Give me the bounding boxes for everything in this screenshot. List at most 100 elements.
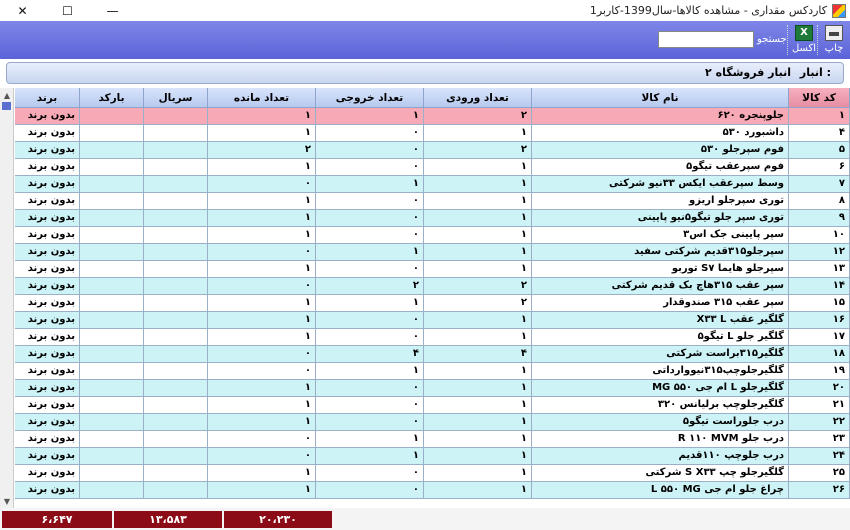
cell-serial[interactable] bbox=[144, 125, 208, 142]
table-row[interactable]: بدون برند ۰ ۱ ۱ وسط سپرعقب ایکس ۳۳نیو شرکتی ۷ bbox=[15, 176, 850, 193]
cell-code[interactable]: ۱۹ bbox=[789, 363, 850, 380]
cell-brand[interactable]: بدون برند bbox=[15, 210, 80, 227]
cell-name[interactable]: گلگیرجلو L ام جی ۵۵۰ MG bbox=[532, 380, 789, 397]
cell-remain[interactable]: ۱ bbox=[208, 465, 316, 482]
cell-name[interactable]: سپرجلو۳۱۵قدیم شرکتی سفید bbox=[532, 244, 789, 261]
cell-code[interactable]: ۲۵ bbox=[789, 465, 850, 482]
cell-serial[interactable] bbox=[144, 278, 208, 295]
cell-out[interactable]: ۰ bbox=[316, 380, 424, 397]
scroll-thumb[interactable] bbox=[2, 102, 11, 110]
table-row[interactable]: بدون برند ۱ ۰ ۱ فوم سپرعقب تیگو۵ ۶ bbox=[15, 159, 850, 176]
cell-in[interactable]: ۱ bbox=[424, 193, 532, 210]
cell-out[interactable]: ۰ bbox=[316, 125, 424, 142]
table-row[interactable]: بدون برند ۰ ۱ ۱ سپرجلو۳۱۵قدیم شرکتی سفید ۱۲ bbox=[15, 244, 850, 261]
cell-brand[interactable]: بدون برند bbox=[15, 261, 80, 278]
cell-out[interactable]: ۰ bbox=[316, 397, 424, 414]
cell-code[interactable]: ۱۲ bbox=[789, 244, 850, 261]
excel-button[interactable]: X اکسل bbox=[791, 23, 817, 57]
cell-serial[interactable] bbox=[144, 142, 208, 159]
table-row[interactable]: بدون برند ۱ ۱ ۲ جلوپنجره ۶۲۰ ۱ bbox=[15, 108, 850, 125]
cell-brand[interactable]: بدون برند bbox=[15, 193, 80, 210]
cell-brand[interactable]: بدون برند bbox=[15, 244, 80, 261]
cell-code[interactable]: ۲۱ bbox=[789, 397, 850, 414]
cell-code[interactable]: ۱۴ bbox=[789, 278, 850, 295]
items-grid[interactable]: ▲ ▼ برند بارکد سریال تعداد مانده تعداد خ… bbox=[0, 88, 850, 508]
search-input[interactable] bbox=[658, 31, 754, 48]
cell-barcode[interactable] bbox=[80, 312, 144, 329]
cell-name[interactable]: سپر عقب ۳۱۵هاچ بک قدیم شرکتی bbox=[532, 278, 789, 295]
cell-barcode[interactable] bbox=[80, 176, 144, 193]
cell-code[interactable]: ۶ bbox=[789, 159, 850, 176]
cell-in[interactable]: ۲ bbox=[424, 142, 532, 159]
cell-brand[interactable]: بدون برند bbox=[15, 397, 80, 414]
cell-remain[interactable]: ۲ bbox=[208, 142, 316, 159]
cell-barcode[interactable] bbox=[80, 329, 144, 346]
cell-code[interactable]: ۱ bbox=[789, 108, 850, 125]
cell-code[interactable]: ۸ bbox=[789, 193, 850, 210]
cell-remain[interactable]: ۰ bbox=[208, 363, 316, 380]
cell-remain[interactable]: ۱ bbox=[208, 108, 316, 125]
cell-brand[interactable]: بدون برند bbox=[15, 108, 80, 125]
cell-barcode[interactable] bbox=[80, 448, 144, 465]
cell-out[interactable]: ۱ bbox=[316, 448, 424, 465]
cell-name[interactable]: وسط سپرعقب ایکس ۳۳نیو شرکتی bbox=[532, 176, 789, 193]
cell-barcode[interactable] bbox=[80, 295, 144, 312]
cell-out[interactable]: ۰ bbox=[316, 227, 424, 244]
cell-brand[interactable]: بدون برند bbox=[15, 125, 80, 142]
cell-out[interactable]: ۰ bbox=[316, 193, 424, 210]
cell-remain[interactable]: ۱ bbox=[208, 329, 316, 346]
cell-barcode[interactable] bbox=[80, 397, 144, 414]
cell-out[interactable]: ۰ bbox=[316, 482, 424, 499]
cell-name[interactable]: فوم سپرعقب تیگو۵ bbox=[532, 159, 789, 176]
cell-barcode[interactable] bbox=[80, 210, 144, 227]
cell-out[interactable]: ۱ bbox=[316, 176, 424, 193]
cell-name[interactable]: توری سپرجلو اریزو bbox=[532, 193, 789, 210]
cell-barcode[interactable] bbox=[80, 159, 144, 176]
cell-code[interactable]: ۷ bbox=[789, 176, 850, 193]
cell-serial[interactable] bbox=[144, 363, 208, 380]
cell-barcode[interactable] bbox=[80, 414, 144, 431]
table-row[interactable]: بدون برند ۱ ۰ ۱ توری سپرجلو اریزو ۸ bbox=[15, 193, 850, 210]
cell-name[interactable]: سپر پایینی جک اس۳ bbox=[532, 227, 789, 244]
cell-code[interactable]: ۱۷ bbox=[789, 329, 850, 346]
cell-serial[interactable] bbox=[144, 108, 208, 125]
table-row[interactable]: بدون برند ۰ ۲ ۲ سپر عقب ۳۱۵هاچ بک قدیم شرکتی… bbox=[15, 278, 850, 295]
table-row[interactable]: بدون برند ۱ ۰ ۱ توری سپر جلو تیگو۵نیو پایینی… bbox=[15, 210, 850, 227]
table-row[interactable]: بدون برند ۱ ۰ ۱ گلگیرجلو L ام جی ۵۵۰ MG ۲۰ bbox=[15, 380, 850, 397]
cell-name[interactable]: داشبورد ۵۳۰ bbox=[532, 125, 789, 142]
cell-in[interactable]: ۱ bbox=[424, 380, 532, 397]
table-row[interactable]: بدون برند ۱ ۰ ۱ گلگیرجلوچپ برلیانس ۳۲۰ ۲۱ bbox=[15, 397, 850, 414]
cell-code[interactable]: ۲۴ bbox=[789, 448, 850, 465]
table-row[interactable]: بدون برند ۰ ۱ ۱ درب جلوچپ ۱۱۰قدیم ۲۴ bbox=[15, 448, 850, 465]
cell-brand[interactable]: بدون برند bbox=[15, 312, 80, 329]
cell-brand[interactable]: بدون برند bbox=[15, 278, 80, 295]
cell-remain[interactable]: ۱ bbox=[208, 482, 316, 499]
cell-brand[interactable]: بدون برند bbox=[15, 295, 80, 312]
col-header-remain[interactable]: تعداد مانده bbox=[208, 88, 316, 108]
table-row[interactable]: بدون برند ۱ ۰ ۱ گلگیر جلو L تیگو۵ ۱۷ bbox=[15, 329, 850, 346]
cell-serial[interactable] bbox=[144, 397, 208, 414]
cell-out[interactable]: ۰ bbox=[316, 465, 424, 482]
cell-in[interactable]: ۱ bbox=[424, 329, 532, 346]
cell-barcode[interactable] bbox=[80, 278, 144, 295]
minimize-button[interactable]: — bbox=[90, 0, 135, 21]
cell-barcode[interactable] bbox=[80, 346, 144, 363]
cell-name[interactable]: درب جلوراست تیگو۵ bbox=[532, 414, 789, 431]
cell-barcode[interactable] bbox=[80, 227, 144, 244]
col-header-serial[interactable]: سریال bbox=[144, 88, 208, 108]
cell-code[interactable]: ۱۵ bbox=[789, 295, 850, 312]
col-header-barcode[interactable]: بارکد bbox=[80, 88, 144, 108]
cell-code[interactable]: ۲۲ bbox=[789, 414, 850, 431]
cell-name[interactable]: توری سپر جلو تیگو۵نیو پایینی bbox=[532, 210, 789, 227]
cell-serial[interactable] bbox=[144, 465, 208, 482]
cell-serial[interactable] bbox=[144, 295, 208, 312]
cell-remain[interactable]: ۱ bbox=[208, 261, 316, 278]
cell-code[interactable]: ۲۳ bbox=[789, 431, 850, 448]
warehouse-value[interactable]: ۲ انبار فروشگاه bbox=[705, 66, 791, 79]
cell-remain[interactable]: ۰ bbox=[208, 431, 316, 448]
cell-barcode[interactable] bbox=[80, 380, 144, 397]
cell-name[interactable]: گلگیر عقب X۳۳ L bbox=[532, 312, 789, 329]
col-header-out[interactable]: تعداد خروجی bbox=[316, 88, 424, 108]
cell-remain[interactable]: ۱ bbox=[208, 414, 316, 431]
cell-brand[interactable]: بدون برند bbox=[15, 431, 80, 448]
